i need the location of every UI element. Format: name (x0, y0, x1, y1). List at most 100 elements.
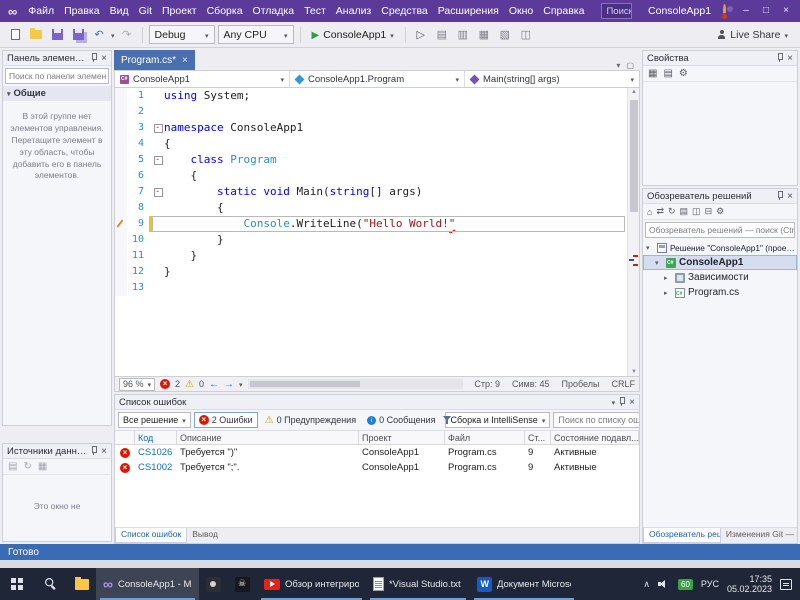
code-line[interactable]: 3namespace ConsoleApp1 (115, 120, 625, 136)
column-suppression[interactable]: Состояние подавл... (551, 431, 639, 444)
tree-item[interactable]: ▸Program.cs (643, 285, 797, 300)
configuration-dropdown[interactable]: Debug (149, 25, 215, 44)
menu-item[interactable]: Сборка (202, 0, 248, 22)
code-line[interactable]: 4{ (115, 136, 625, 152)
code-line[interactable]: 2 (115, 104, 625, 120)
code-line[interactable]: 10 } (115, 232, 625, 248)
error-badge-icon[interactable]: × (160, 379, 170, 389)
platform-dropdown[interactable]: Any CPU (218, 25, 294, 44)
window-list-icon[interactable]: ▢ (626, 61, 634, 70)
undo-dropdown-icon[interactable] (111, 29, 115, 41)
error-code[interactable]: CS1002 (135, 462, 177, 473)
tab-solution-explorer[interactable]: Обозреватель реше... (643, 528, 721, 543)
open-file-icon[interactable] (27, 26, 45, 44)
pin-icon[interactable] (618, 397, 626, 407)
add-source-icon[interactable]: ▤ (8, 461, 17, 472)
tab-output[interactable]: Вывод (187, 528, 223, 543)
close-button[interactable]: × (776, 0, 796, 22)
menu-item[interactable]: Git (134, 0, 157, 22)
switch-views-icon[interactable]: ⇄ (656, 206, 664, 217)
code-line[interactable]: 12} (115, 264, 625, 280)
toolbar-icon-1[interactable] (433, 26, 451, 44)
status-line-ending[interactable]: CRLF (611, 379, 635, 389)
start-debugging-button[interactable]: ConsoleApp1 (307, 25, 399, 45)
tree-item[interactable]: ▾Решение "ConsoleApp1" (проекты: 1 из 1) (643, 240, 797, 255)
undo-icon[interactable] (90, 26, 108, 44)
refresh-icon[interactable]: ↻ (668, 206, 676, 217)
speaker-icon[interactable] (658, 579, 670, 589)
close-icon[interactable] (787, 53, 793, 64)
tree-expander-icon[interactable]: ▾ (655, 259, 663, 267)
pin-icon[interactable] (90, 446, 98, 456)
scroll-down-icon[interactable]: ▼ (628, 369, 640, 375)
toolbox-search-input[interactable]: Поиск по панели элемен (5, 68, 109, 84)
code-line[interactable]: 11 } (115, 248, 625, 264)
errors-toggle[interactable]: × 2 Ошибки (194, 412, 258, 428)
member-dropdown[interactable]: Main(string[] args) (465, 71, 639, 87)
code-line[interactable]: 1using System; (115, 88, 625, 104)
menu-item[interactable]: Анализ (331, 0, 376, 22)
code-line[interactable]: 8 { (115, 200, 625, 216)
close-icon[interactable] (629, 397, 635, 408)
navigate-forward-icon[interactable]: → (224, 379, 234, 390)
column-line[interactable]: Ст... (525, 431, 551, 444)
toolbox-group-header[interactable]: Общие (3, 86, 111, 101)
zoom-dropdown[interactable]: 96 % (119, 378, 155, 391)
pin-icon[interactable] (776, 53, 784, 63)
navigate-back-icon[interactable]: ← (209, 379, 219, 390)
taskbar-search-button[interactable] (34, 568, 68, 600)
redo-icon[interactable] (118, 26, 136, 44)
alphabetical-view-icon[interactable]: ▤ (663, 68, 672, 79)
column-description[interactable]: Описание (177, 431, 359, 444)
close-icon[interactable] (101, 446, 107, 457)
warning-badge-icon[interactable] (185, 379, 194, 390)
action-center-icon[interactable] (780, 579, 792, 590)
language-indicator[interactable]: РУС (701, 579, 719, 589)
toolbar-icon-2[interactable] (454, 26, 472, 44)
tree-expander-icon[interactable]: ▸ (664, 289, 672, 297)
collapse-all-icon[interactable]: ⊟ (705, 206, 713, 217)
config-icon[interactable]: ▦ (38, 461, 47, 472)
battery-indicator[interactable]: 60 (678, 579, 693, 590)
close-icon[interactable] (787, 191, 793, 202)
collapse-icon[interactable] (154, 156, 163, 165)
tree-expander-icon[interactable]: ▾ (646, 244, 654, 252)
user-avatar[interactable] (723, 4, 726, 18)
start-button[interactable] (0, 568, 34, 600)
taskbar-app[interactable]: ConsoleApp1 - Mi... (96, 568, 199, 600)
project-dropdown[interactable]: ConsoleApp1 (115, 71, 290, 87)
menu-item[interactable]: Проект (157, 0, 202, 22)
quick-search-box[interactable]: Поиск (Ctrl+Q) (601, 3, 632, 19)
start-without-debug-icon[interactable] (412, 26, 430, 44)
menu-item[interactable]: Правка (59, 0, 104, 22)
wrench-icon[interactable]: ⚙ (679, 68, 688, 79)
chevron-down-icon[interactable]: ▾ (616, 61, 620, 70)
menu-item[interactable]: Окно (504, 0, 538, 22)
tree-item[interactable]: ▸Зависимости (643, 270, 797, 285)
close-icon[interactable] (101, 53, 107, 64)
scrollbar-thumb[interactable] (250, 381, 360, 387)
tab-error-list[interactable]: Список ошибок (115, 528, 187, 543)
error-row[interactable]: ×CS1026Требуется ")"ConsoleApp1Program.c… (115, 445, 639, 460)
code-line[interactable]: 6 { (115, 168, 625, 184)
type-dropdown[interactable]: ConsoleApp1.Program (290, 71, 465, 87)
save-all-icon[interactable] (69, 26, 87, 44)
taskbar-app[interactable] (199, 568, 228, 600)
menu-item[interactable]: Вид (105, 0, 134, 22)
properties-icon[interactable]: ⚙ (716, 206, 724, 217)
maximize-button[interactable]: □ (756, 0, 776, 22)
menu-item[interactable]: Справка (538, 0, 589, 22)
vertical-scrollbar[interactable]: ▲ ▼ (627, 88, 639, 376)
source-filter-dropdown[interactable]: Сборка и IntelliSense (445, 412, 550, 428)
column-file[interactable]: Файл (445, 431, 525, 444)
code-line[interactable]: 9 Console.WriteLine("Hello World!" (115, 216, 625, 232)
toolbar-icon-3[interactable] (475, 26, 493, 44)
horizontal-scrollbar[interactable] (248, 379, 464, 389)
collapse-icon[interactable] (154, 124, 163, 133)
column-code[interactable]: Код (135, 431, 177, 444)
home-icon[interactable]: ⌂ (647, 207, 652, 217)
pin-icon[interactable] (90, 53, 98, 63)
taskbar-app[interactable] (228, 568, 257, 600)
categorized-view-icon[interactable]: ▦ (648, 68, 657, 79)
tree-expander-icon[interactable]: ▸ (664, 274, 672, 282)
